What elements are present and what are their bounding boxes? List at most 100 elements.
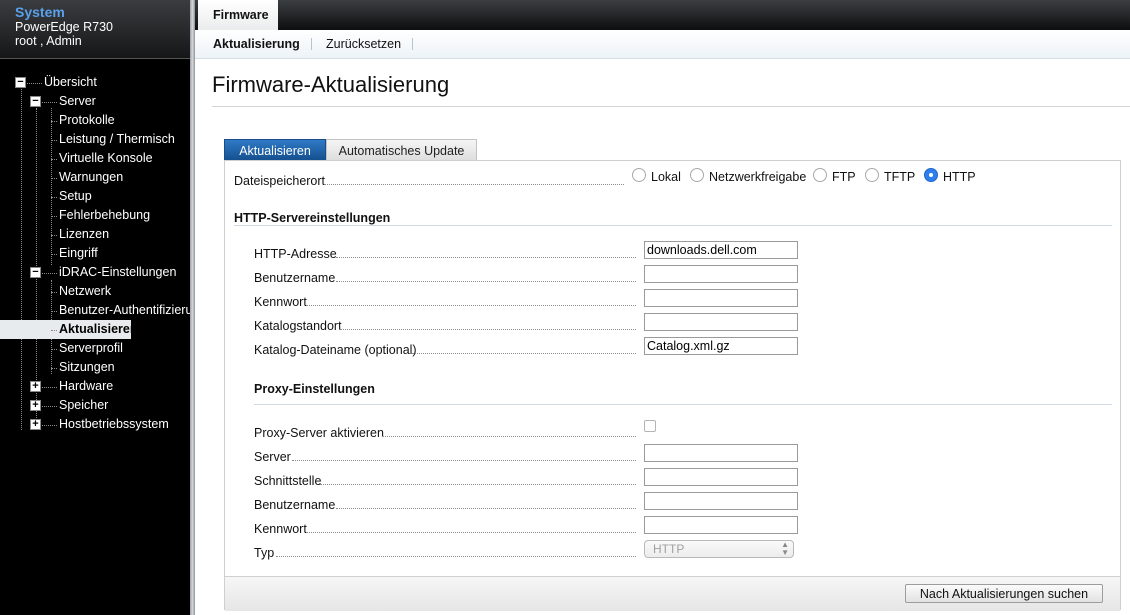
storage-radio-tftp[interactable] [865, 168, 879, 182]
storage-radio-http[interactable] [924, 168, 938, 182]
sidebar-item[interactable]: Setup [59, 187, 190, 206]
proxy-password-label: Kennwort [254, 522, 307, 536]
check-updates-button[interactable]: Nach Aktualisierungen suchen [905, 584, 1103, 603]
sidebar-item[interactable]: Hostbetriebssystem [59, 415, 190, 434]
proxy-enable-checkbox[interactable] [644, 420, 656, 432]
leader-dots [292, 460, 636, 461]
sidebar-item[interactable]: Eingriff [59, 244, 190, 263]
sidebar-item-label: Leistung / Thermisch [59, 132, 175, 146]
storage-radio-netzwerkfreigabe[interactable] [690, 168, 704, 182]
expand-icon[interactable]: + [30, 419, 41, 430]
sidebar-nav: System PowerEdge R730 root , Admin Übers… [0, 0, 190, 615]
sidebar-item[interactable]: Übersicht [44, 73, 190, 92]
sidebar-item-label: Benutzer-Authentifizierung [59, 303, 190, 317]
leader-dots [276, 556, 636, 557]
sidebar-item[interactable]: Server [59, 92, 190, 111]
proxy-settings-title: Proxy-Einstellungen [254, 382, 375, 396]
sidebar-item-label: Fehlerbehebung [59, 208, 151, 222]
sidebar-item-label: Setup [59, 189, 92, 203]
catalog-location-input[interactable] [644, 313, 798, 331]
storage-radio-ftp[interactable] [813, 168, 827, 182]
sidebar-item-label: iDRAC-Einstellungen [59, 265, 177, 279]
subnav-separator [412, 38, 413, 50]
sidebar-item[interactable]: Lizenzen [59, 225, 190, 244]
sidebar-item[interactable]: Warnungen [59, 168, 190, 187]
sidebar-item[interactable]: Virtuelle Konsole [59, 149, 190, 168]
proxy-port-label: Schnittstelle [254, 474, 322, 488]
proxy-username-input[interactable] [644, 492, 798, 510]
sidebar-item[interactable]: Fehlerbehebung [59, 206, 190, 225]
sidebar-item-label: Server [59, 94, 96, 108]
page-title: Firmware-Aktualisierung [212, 72, 450, 97]
proxy-server-input[interactable] [644, 444, 798, 462]
proxy-type-label: Typ [254, 546, 275, 560]
collapse-icon[interactable]: − [30, 96, 41, 107]
http-password-input[interactable] [644, 289, 798, 307]
storage-radio-label: TFTP [884, 170, 916, 184]
collapse-icon[interactable]: − [30, 267, 41, 278]
leader-dots [324, 184, 624, 185]
tree-connector [51, 292, 57, 293]
storage-radio-lokal[interactable] [632, 168, 646, 182]
sidebar-item-label: Netzwerk [59, 284, 112, 298]
sidebar-item[interactable]: Speicher [59, 396, 190, 415]
sidebar-item-label: Aktualisieren und Zurücksetzen [59, 322, 131, 336]
leader-dots [340, 329, 636, 330]
storage-location-label: Dateispeicherort [234, 174, 326, 188]
tree-connector [51, 349, 57, 350]
sidebar-item-label: Hardware [59, 379, 114, 393]
system-title: System [15, 4, 65, 20]
subnav-reset[interactable]: Zurücksetzen [326, 37, 401, 51]
sidebar-item[interactable]: Hardware [59, 377, 190, 396]
tree-connector [51, 140, 57, 141]
sidebar-item-label: Serverprofil [59, 341, 123, 355]
sidebar-item[interactable]: Aktualisieren und Zurücksetzen [0, 320, 131, 339]
sidebar-item[interactable]: Protokolle [59, 111, 190, 130]
sidebar-splitter[interactable] [190, 0, 195, 615]
leader-dots [382, 436, 636, 437]
leader-dots [320, 484, 636, 485]
expand-icon[interactable]: + [30, 400, 41, 411]
subnav-separator [311, 38, 312, 50]
sidebar-item-label: Hostbetriebssystem [59, 417, 169, 431]
title-divider [212, 106, 1130, 107]
expand-icon[interactable]: + [30, 381, 41, 392]
http-settings-title: HTTP-Servereinstellungen [234, 211, 391, 225]
sidebar-item-label: Virtuelle Konsole [59, 151, 153, 165]
tree-connector [51, 197, 57, 198]
proxy-type-select[interactable]: HTTP ▲ ▼ [644, 540, 794, 558]
catalog-filename-input[interactable] [644, 337, 798, 355]
sidebar-item[interactable]: iDRAC-Einstellungen [59, 263, 190, 282]
system-header: System PowerEdge R730 root , Admin [0, 0, 190, 59]
subnav-update[interactable]: Aktualisierung [213, 37, 300, 51]
tree-connector [51, 235, 57, 236]
sidebar-item[interactable]: Serverprofil [59, 339, 190, 358]
proxy-server-label: Server [254, 450, 291, 464]
tree-guide-line [51, 108, 52, 265]
http-address-input[interactable] [644, 241, 798, 259]
tab-update[interactable]: Aktualisieren [224, 139, 326, 161]
collapse-icon[interactable]: − [15, 77, 26, 88]
http-username-input[interactable] [644, 265, 798, 283]
leader-dots [336, 257, 636, 258]
sidebar-item[interactable]: Benutzer-Authentifizierung [59, 301, 190, 320]
top-tab-bar [195, 0, 1130, 30]
system-model: PowerEdge R730 [15, 20, 113, 34]
tree-connector [51, 368, 57, 369]
storage-radio-label: FTP [832, 170, 856, 184]
tab-auto-update[interactable]: Automatisches Update [326, 139, 477, 161]
tree-connector [51, 254, 57, 255]
storage-radio-label: HTTP [943, 170, 976, 184]
sidebar-item[interactable]: Netzwerk [59, 282, 190, 301]
sidebar-item-label: Sitzungen [59, 360, 115, 374]
tree-connector [51, 121, 57, 122]
leader-dots [412, 353, 636, 354]
section-divider [254, 404, 1112, 405]
sidebar-item[interactable]: Leistung / Thermisch [59, 130, 190, 149]
proxy-port-input[interactable] [644, 468, 798, 486]
http-address-label: HTTP-Adresse [254, 247, 337, 261]
sidebar-item[interactable]: Sitzungen [59, 358, 190, 377]
proxy-password-input[interactable] [644, 516, 798, 534]
tab-firmware[interactable]: Firmware [198, 0, 278, 32]
section-divider [234, 225, 1112, 226]
